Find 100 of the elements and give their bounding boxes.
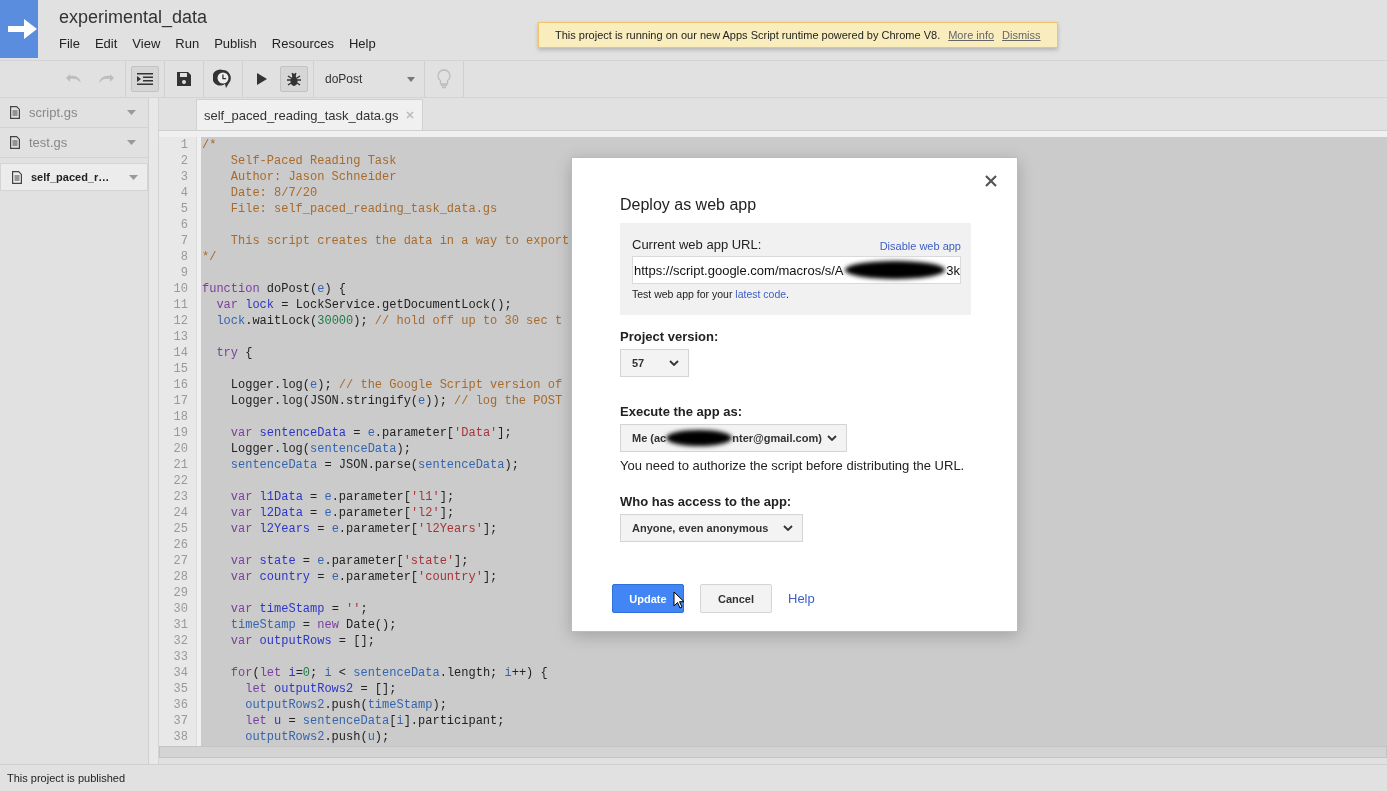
code-line: var lock = LockService.getDocumentLock(); bbox=[215, 297, 512, 313]
line-number: 28 bbox=[172, 569, 189, 585]
redaction-mark bbox=[666, 430, 733, 446]
menu-item[interactable]: Help bbox=[348, 36, 376, 51]
notice-link[interactable]: More info bbox=[948, 29, 995, 41]
code-line: var sentenceData = e.parameter['Data']; bbox=[229, 425, 512, 441]
undo-icon bbox=[65, 73, 83, 85]
redo-icon bbox=[97, 73, 115, 85]
help-link[interactable]: Help bbox=[788, 591, 815, 606]
code-line: var outputRows = []; bbox=[229, 633, 375, 649]
caret-icon[interactable] bbox=[127, 140, 136, 145]
code-line: function doPost(e) { bbox=[201, 281, 347, 297]
disable-link[interactable]: Disable web app bbox=[879, 240, 961, 252]
code-line: /* bbox=[201, 137, 217, 153]
code-line: lock.waitLock(30000); // hold off up to 30 sec t bbox=[215, 313, 563, 329]
code-line: for(let i=0; i < sentenceData.length; i++) { bbox=[229, 665, 548, 681]
test-note: Test web app for your latest code. bbox=[632, 288, 791, 300]
function-select[interactable]: doPost bbox=[317, 66, 421, 92]
line-number: 31 bbox=[172, 617, 189, 633]
line-number: 33 bbox=[172, 649, 189, 665]
code-line: Logger.log(e); // the Google Script version of bbox=[229, 377, 563, 393]
chevron-icon bbox=[669, 360, 679, 366]
line-number: 21 bbox=[172, 457, 189, 473]
line-number: 34 bbox=[172, 665, 189, 681]
caret-icon[interactable] bbox=[127, 110, 136, 115]
line-number: 6 bbox=[179, 217, 189, 233]
line-number: 11 bbox=[172, 297, 189, 313]
line-number: 37 bbox=[172, 713, 189, 729]
version-select[interactable]: 57 bbox=[620, 349, 689, 377]
line-number: 3 bbox=[179, 169, 189, 185]
cancel-button[interactable]: Cancel bbox=[700, 584, 772, 613]
notice-link[interactable]: Dismiss bbox=[1002, 29, 1041, 41]
menu-item[interactable]: Edit bbox=[94, 36, 118, 51]
line-number: 2 bbox=[179, 153, 189, 169]
code-line: var state = e.parameter['state']; bbox=[229, 553, 469, 569]
field-label: Who has access to the app: bbox=[620, 494, 793, 509]
line-number: 27 bbox=[172, 553, 189, 569]
line-number: 20 bbox=[172, 441, 189, 457]
menu-item[interactable]: File bbox=[59, 36, 80, 51]
code-line: let u = sentenceData[i].participant; bbox=[244, 713, 505, 729]
menu-item[interactable]: Publish bbox=[214, 36, 257, 51]
line-number: 15 bbox=[172, 361, 189, 377]
line-number: 19 bbox=[172, 425, 189, 441]
code-line: var country = e.parameter['country']; bbox=[229, 569, 498, 585]
sidebar-splitter[interactable] bbox=[149, 98, 159, 764]
script-file-tab[interactable]: self_paced_r… bbox=[0, 163, 148, 191]
line-number: 18 bbox=[172, 409, 189, 425]
code-line: Self-Paced Reading Task bbox=[229, 153, 397, 169]
dialog-title: Deploy as web app bbox=[620, 196, 758, 214]
field-label: Project version: bbox=[620, 329, 720, 344]
scrollbar[interactable] bbox=[159, 746, 1387, 758]
code-line: Logger.log(JSON.stringify(e)); // log the POST bbox=[229, 393, 563, 409]
authorize-note: You need to authorize the script before distributing the URL. bbox=[620, 458, 966, 473]
clock-icon bbox=[213, 69, 233, 89]
code-line: outputRows2.push(u); bbox=[244, 729, 390, 745]
document-icon bbox=[12, 170, 22, 184]
code-line: timeStamp = new Date(); bbox=[229, 617, 397, 633]
code-line: Date: 8/7/20 bbox=[229, 185, 318, 201]
line-number: 17 bbox=[172, 393, 189, 409]
line-number: 36 bbox=[172, 697, 189, 713]
menu-item[interactable]: Resources bbox=[271, 36, 334, 51]
execute-as-select[interactable]: Me (ac nter@gmail.com) bbox=[620, 424, 847, 452]
code-line: var l1Data = e.parameter['l1']; bbox=[229, 489, 455, 505]
close-icon[interactable] bbox=[985, 175, 997, 187]
line-number: 38 bbox=[172, 729, 189, 745]
line-number: 1 bbox=[179, 137, 189, 153]
code-line: try { bbox=[215, 345, 253, 361]
update-button[interactable]: Update bbox=[612, 584, 684, 613]
menu-item[interactable]: Run bbox=[175, 36, 200, 51]
project-title[interactable]: experimental_data bbox=[59, 7, 376, 28]
line-number: 4 bbox=[179, 185, 189, 201]
bug-button[interactable] bbox=[280, 66, 308, 92]
url-field[interactable]: https://script.google.com/macros/s/A 3k bbox=[632, 256, 961, 284]
logo-icon bbox=[0, 0, 38, 58]
line-number: 35 bbox=[172, 681, 189, 697]
code-line: var l2Data = e.parameter['l2']; bbox=[229, 505, 455, 521]
status-text: This project is published bbox=[7, 772, 125, 784]
chevron-icon bbox=[827, 435, 837, 441]
play-icon bbox=[257, 73, 267, 85]
code-line: var l2Years = e.parameter['l2Years']; bbox=[229, 521, 498, 537]
code-line: This script creates the data in a way to export bbox=[229, 233, 570, 249]
line-number: 22 bbox=[172, 473, 189, 489]
field-label: Execute the app as: bbox=[620, 404, 744, 419]
access-select[interactable]: Anyone, even anonymous bbox=[620, 514, 803, 542]
line-number: 9 bbox=[179, 265, 189, 281]
code-line: let outputRows2 = []; bbox=[244, 681, 397, 697]
line-number: 25 bbox=[172, 521, 189, 537]
line-number: 8 bbox=[179, 249, 189, 265]
editor-tab[interactable]: self_paced_reading_task_data.gs bbox=[196, 99, 424, 130]
indent-button[interactable] bbox=[131, 66, 159, 92]
line-number: 7 bbox=[179, 233, 189, 249]
notice-text: This project is running on our new Apps Script runtime powered by Chrome V8. bbox=[555, 29, 941, 41]
caret-icon[interactable] bbox=[129, 174, 138, 180]
line-number: 24 bbox=[172, 505, 189, 521]
code-line: File: self_paced_reading_task_data.gs bbox=[229, 201, 498, 217]
code-line: Author: Jason Schneider bbox=[229, 169, 397, 185]
menu-item[interactable]: View bbox=[132, 36, 161, 51]
line-number: 29 bbox=[172, 585, 189, 601]
line-number: 14 bbox=[172, 345, 189, 361]
field-label: Current web app URL: bbox=[632, 237, 762, 252]
